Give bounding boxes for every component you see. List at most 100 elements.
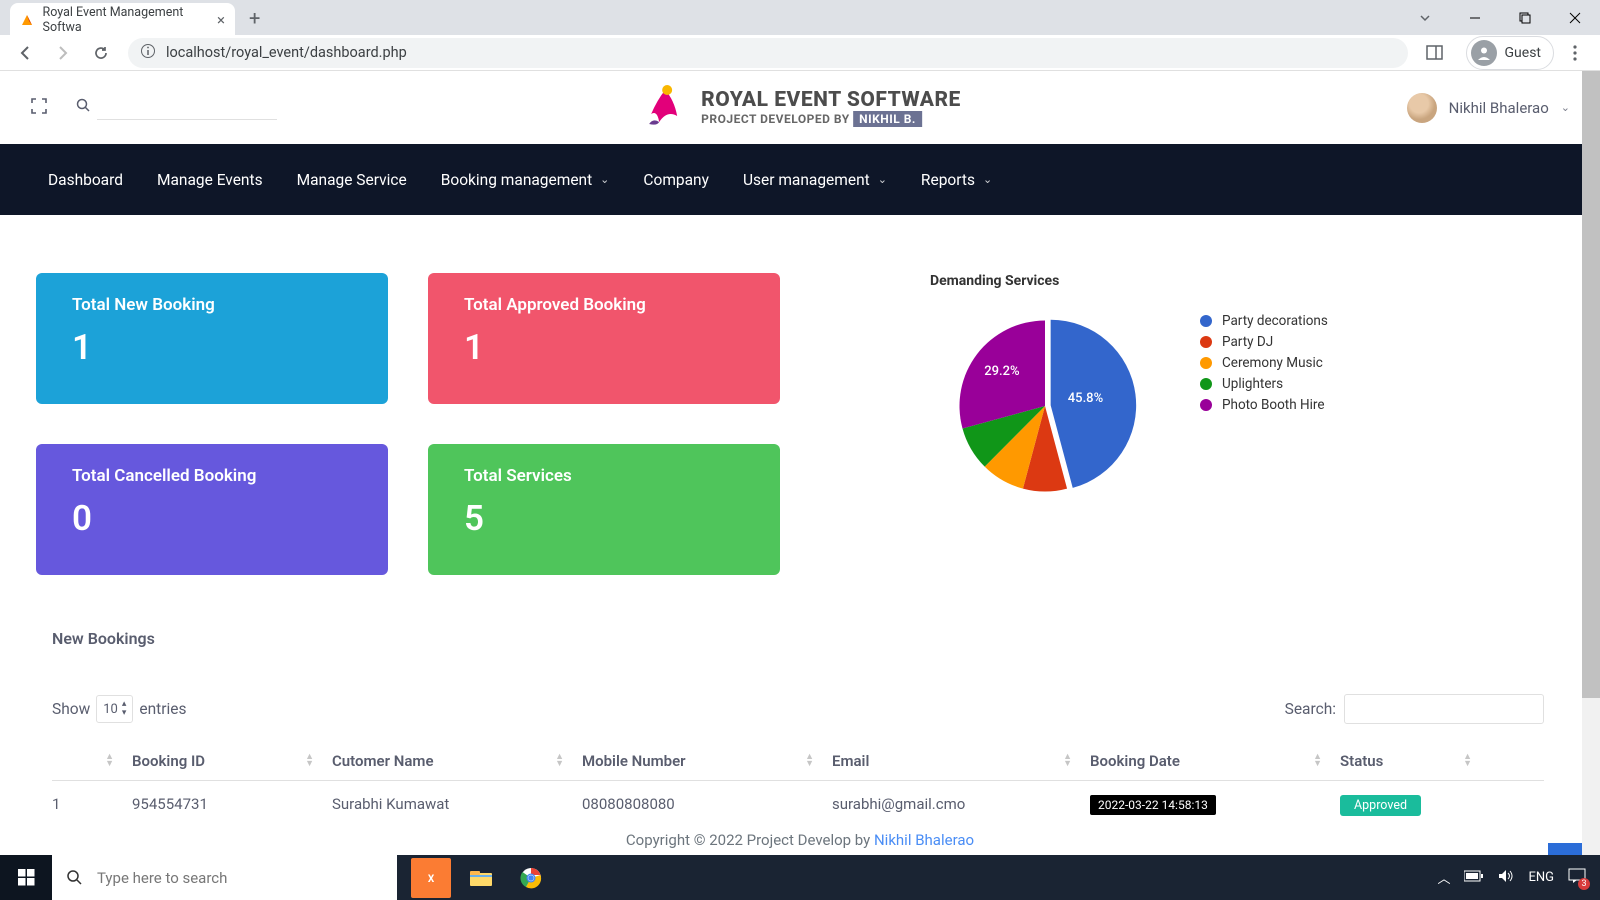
browser-tab[interactable]: Royal Event Management Softwa ×: [10, 3, 235, 36]
tabsearch-icon[interactable]: [1400, 0, 1450, 35]
tray-chevron-up-icon[interactable]: ︿: [1437, 868, 1450, 887]
window-controls: [1400, 0, 1600, 35]
stat-cancelled-booking[interactable]: Total Cancelled Booking 0: [36, 444, 388, 575]
system-tray: ︿ ENG 3: [1437, 868, 1600, 888]
close-tab-icon[interactable]: ×: [217, 11, 225, 29]
table-controls: Show 10▴▾ entries Search:: [52, 694, 1544, 724]
fullscreen-icon[interactable]: [30, 97, 48, 119]
nav-booking-management[interactable]: Booking management⌄: [441, 171, 610, 189]
forward-button[interactable]: [46, 38, 80, 68]
bookings-table: ▲▼ Booking ID▲▼ Cutomer Name▲▼ Mobile Nu…: [52, 752, 1544, 822]
taskbar-explorer-icon[interactable]: [461, 858, 501, 898]
close-window-button[interactable]: [1550, 0, 1600, 35]
maximize-button[interactable]: [1500, 0, 1550, 35]
stat-label: Total New Booking: [72, 295, 352, 315]
stat-value: 0: [72, 498, 352, 539]
table-header: ▲▼ Booking ID▲▼ Cutomer Name▲▼ Mobile Nu…: [52, 752, 1544, 781]
section-title-bookings: New Bookings: [52, 629, 1564, 648]
reload-button[interactable]: [84, 38, 118, 68]
user-name: Nikhil Bhalerao: [1449, 99, 1549, 117]
tray-notifications-icon[interactable]: 3: [1568, 868, 1586, 888]
legend-item[interactable]: Ceremony Music: [1200, 355, 1328, 371]
stat-value: 1: [464, 327, 744, 368]
stat-total-services[interactable]: Total Services 5: [428, 444, 780, 575]
nav-company[interactable]: Company: [643, 171, 709, 189]
table-row[interactable]: 1 954554731 Surabhi Kumawat 08080808080 …: [52, 781, 1544, 822]
tab-strip: Royal Event Management Softwa × +: [0, 0, 1600, 35]
footer-author-link[interactable]: Nikhil Bhalerao: [874, 831, 974, 849]
scroll-to-top-button[interactable]: [1548, 843, 1582, 855]
pie-slice-label: 45.8%: [1068, 391, 1103, 406]
legend-label: Ceremony Music: [1222, 355, 1323, 371]
page-footer: Copyright © 2022 Project Develop by Nikh…: [0, 825, 1600, 855]
legend-color-icon: [1200, 357, 1212, 369]
nav-manage-service[interactable]: Manage Service: [297, 171, 407, 189]
header-search-input[interactable]: [97, 95, 277, 120]
nav-manage-events[interactable]: Manage Events: [157, 171, 263, 189]
entries-select[interactable]: 10▴▾: [96, 695, 133, 723]
legend-item[interactable]: Party DJ: [1200, 334, 1328, 350]
logo-subtitle: PROJECT DEVELOPED BY NIKHIL B.: [701, 113, 961, 125]
nav-user-management[interactable]: User management⌄: [743, 171, 887, 189]
stat-label: Total Approved Booking: [464, 295, 744, 315]
stat-approved-booking[interactable]: Total Approved Booking 1: [428, 273, 780, 404]
user-avatar-icon: [1407, 93, 1437, 123]
cell-customer-name: Surabhi Kumawat: [332, 795, 582, 816]
tab-favicon-icon: [20, 12, 35, 28]
stat-new-booking[interactable]: Total New Booking 1: [36, 273, 388, 404]
chart-legend: Party decorations Party DJ Ceremony Music U…: [1200, 313, 1328, 413]
minimize-button[interactable]: [1450, 0, 1500, 35]
content-area: Total New Booking 1 Total Cancelled Book…: [0, 215, 1600, 855]
new-tab-button[interactable]: +: [235, 6, 274, 30]
legend-item[interactable]: Photo Booth Hire: [1200, 397, 1328, 413]
stat-label: Total Services: [464, 466, 744, 486]
main-nav: Dashboard Manage Events Manage Service B…: [0, 144, 1600, 215]
search-icon: [66, 869, 83, 886]
profile-button[interactable]: Guest: [1466, 36, 1554, 70]
browser-toolbar: localhost/royal_event/dashboard.php Gues…: [0, 35, 1600, 71]
th-booking-id[interactable]: Booking ID▲▼: [132, 752, 332, 770]
brand-logo: ROYAL EVENT SOFTWARE PROJECT DEVELOPED B…: [639, 82, 961, 134]
guest-label: Guest: [1505, 45, 1541, 61]
taskbar-search[interactable]: Type here to search: [52, 855, 397, 900]
taskbar-chrome-icon[interactable]: [511, 858, 551, 898]
show-label: Show: [52, 700, 90, 718]
tray-volume-icon[interactable]: [1498, 869, 1514, 887]
user-menu[interactable]: Nikhil Bhalerao ⌄: [1407, 93, 1570, 123]
search-label: Search:: [1285, 700, 1336, 718]
back-button[interactable]: [8, 38, 42, 68]
legend-color-icon: [1200, 399, 1212, 411]
th-customer-name[interactable]: Cutomer Name▲▼: [332, 752, 582, 770]
legend-item[interactable]: Party decorations: [1200, 313, 1328, 329]
th-booking-date[interactable]: Booking Date▲▼: [1090, 752, 1340, 770]
th-index[interactable]: ▲▼: [52, 752, 132, 770]
table-search-input[interactable]: [1344, 694, 1544, 724]
pie-chart: 45.8% 29.2%: [950, 311, 1140, 501]
th-email[interactable]: Email▲▼: [832, 752, 1090, 770]
browser-chrome: Royal Event Management Softwa × + localh…: [0, 0, 1600, 71]
sort-icon: ▲▼: [1313, 754, 1322, 768]
cell-email: surabhi@gmail.cmo: [832, 795, 1090, 816]
guest-avatar-icon: [1471, 40, 1497, 66]
tray-battery-icon[interactable]: [1464, 870, 1484, 886]
sort-icon: ▲▼: [555, 754, 564, 768]
status-badge: Approved: [1340, 795, 1421, 816]
chevron-down-icon: ⌄: [600, 173, 609, 186]
legend-label: Party DJ: [1222, 334, 1273, 350]
th-mobile[interactable]: Mobile Number▲▼: [582, 752, 832, 770]
th-status[interactable]: Status▲▼: [1340, 752, 1490, 770]
search-icon[interactable]: [76, 98, 91, 117]
side-panel-icon[interactable]: [1418, 44, 1452, 61]
tray-language[interactable]: ENG: [1528, 870, 1554, 885]
legend-label: Party decorations: [1222, 313, 1328, 329]
nav-reports[interactable]: Reports⌄: [921, 171, 992, 189]
site-info-icon[interactable]: [140, 43, 156, 63]
nav-dashboard[interactable]: Dashboard: [48, 171, 123, 189]
kebab-menu-icon[interactable]: [1558, 45, 1592, 61]
legend-item[interactable]: Uplighters: [1200, 376, 1328, 392]
taskbar-xampp-icon[interactable]: X: [411, 858, 451, 898]
chevron-down-icon: ⌄: [983, 173, 992, 186]
address-bar[interactable]: localhost/royal_event/dashboard.php: [128, 38, 1408, 68]
start-button[interactable]: [0, 855, 52, 900]
chart-title: Demanding Services: [930, 273, 1390, 289]
